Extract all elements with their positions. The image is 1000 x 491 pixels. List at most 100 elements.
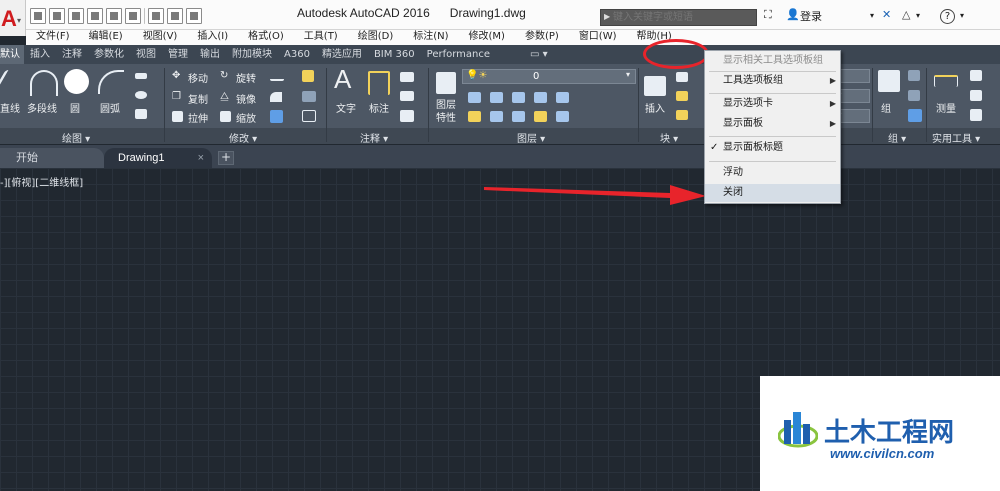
- text-icon[interactable]: A: [334, 64, 351, 95]
- edit-block-icon[interactable]: [676, 91, 688, 101]
- ellipse-icon[interactable]: [135, 91, 147, 99]
- tab-bim360[interactable]: BIM 360: [368, 45, 421, 64]
- rectangle-icon[interactable]: [135, 73, 147, 79]
- tab-manage[interactable]: 管理: [162, 45, 194, 64]
- line-button-label[interactable]: 直线: [0, 100, 20, 115]
- layer-properties-icon[interactable]: [436, 72, 456, 94]
- layer-tool-icon[interactable]: [490, 111, 503, 122]
- layer-tool-icon[interactable]: [490, 92, 503, 103]
- calculator-icon[interactable]: [970, 109, 982, 121]
- mirror-button[interactable]: 镜像: [236, 91, 256, 106]
- menu-item-show-related-palettes[interactable]: 显示相关工具选项板组: [705, 52, 840, 70]
- rotate-icon[interactable]: ↻: [220, 70, 228, 81]
- dimension-icon[interactable]: [368, 71, 390, 95]
- arc-button-label[interactable]: 圆弧: [100, 100, 120, 115]
- linear-dim-icon[interactable]: [400, 72, 414, 82]
- new-tab-button[interactable]: +: [218, 151, 234, 165]
- polyline-icon[interactable]: [30, 70, 58, 96]
- group-icon[interactable]: [878, 70, 900, 92]
- draw-panel-title[interactable]: 绘图 ▾: [62, 130, 90, 145]
- tab-a360[interactable]: A360: [278, 45, 316, 64]
- insert-button-label[interactable]: 插入: [645, 100, 665, 115]
- attribute-icon[interactable]: [676, 110, 688, 120]
- create-block-icon[interactable]: [676, 72, 688, 82]
- menu-tools[interactable]: 工具(T): [304, 30, 338, 45]
- menu-item-tool-palette-groups[interactable]: 工具选项板组 ▶: [705, 72, 840, 90]
- new-file-icon[interactable]: [30, 8, 46, 24]
- quick-select-icon[interactable]: [970, 90, 982, 101]
- redo-icon[interactable]: [167, 8, 183, 24]
- id-point-icon[interactable]: [970, 70, 982, 81]
- menu-item-show-tabs[interactable]: 显示选项卡 ▶: [705, 95, 840, 113]
- utilities-panel-title[interactable]: 实用工具 ▾: [932, 130, 980, 145]
- ungroup-icon[interactable]: [908, 70, 920, 81]
- plot-icon[interactable]: [125, 8, 141, 24]
- measure-button-label[interactable]: 测量: [936, 100, 956, 115]
- menu-dimension[interactable]: 标注(N): [413, 30, 448, 45]
- menu-modify[interactable]: 修改(M): [469, 30, 505, 45]
- menu-file[interactable]: 文件(F): [36, 30, 70, 45]
- fillet-icon[interactable]: [270, 92, 282, 102]
- move-icon[interactable]: ✥: [172, 70, 180, 81]
- layer-tool-icon[interactable]: [468, 92, 481, 103]
- search-input[interactable]: [613, 11, 753, 24]
- scale-button[interactable]: 缩放: [236, 110, 256, 125]
- mirror-icon[interactable]: ⧋: [220, 91, 229, 102]
- copy-icon[interactable]: ❐: [172, 91, 181, 102]
- text-button-label[interactable]: 文字: [336, 100, 356, 115]
- leader-icon[interactable]: [400, 91, 414, 101]
- tab-output[interactable]: 输出: [194, 45, 226, 64]
- menu-insert[interactable]: 插入(I): [197, 30, 228, 45]
- application-menu-button[interactable]: A ▾: [0, 0, 26, 36]
- a360-icon[interactable]: △: [902, 8, 910, 21]
- menu-item-close[interactable]: 关闭: [705, 184, 840, 202]
- search-box[interactable]: ▶: [600, 9, 757, 26]
- tab-annotate[interactable]: 注释: [56, 45, 88, 64]
- tab-drawing1[interactable]: Drawing1 ×: [104, 148, 212, 168]
- stretch-button[interactable]: 拉伸: [188, 110, 208, 125]
- groups-panel-title[interactable]: 组 ▾: [888, 130, 906, 145]
- scale-icon[interactable]: [220, 111, 231, 122]
- offset-icon[interactable]: [302, 110, 316, 122]
- a360-dropdown-icon[interactable]: ▾: [916, 11, 920, 20]
- close-tab-icon[interactable]: ×: [198, 148, 204, 168]
- layer-tool-icon[interactable]: [512, 92, 525, 103]
- measure-icon[interactable]: [934, 75, 958, 87]
- tab-insert[interactable]: 插入: [24, 45, 56, 64]
- sign-in-dropdown-icon[interactable]: ▾: [870, 11, 874, 20]
- save-as-icon[interactable]: [87, 8, 103, 24]
- tab-performance[interactable]: Performance: [421, 45, 496, 64]
- tab-featured-apps[interactable]: 精选应用: [316, 45, 368, 64]
- erase-icon[interactable]: [302, 70, 314, 82]
- layer-tool-icon[interactable]: [556, 111, 569, 122]
- search-expand-icon[interactable]: ▶: [604, 12, 610, 21]
- tab-addins[interactable]: 附加模块: [226, 45, 278, 64]
- menu-draw[interactable]: 绘图(D): [358, 30, 394, 45]
- exchange-apps-icon[interactable]: ✕: [882, 8, 891, 21]
- dimension-button-label[interactable]: 标注: [369, 100, 389, 115]
- group-select-icon[interactable]: [908, 109, 922, 122]
- trim-icon[interactable]: [270, 71, 284, 81]
- modify-panel-title[interactable]: 修改 ▾: [229, 130, 257, 145]
- annotation-panel-title[interactable]: 注释 ▾: [360, 130, 388, 145]
- menu-edit[interactable]: 编辑(E): [89, 30, 123, 45]
- layer-tool-icon[interactable]: [468, 111, 481, 122]
- insert-block-icon[interactable]: [644, 76, 666, 96]
- copy-button[interactable]: 复制: [188, 91, 208, 106]
- hatch-icon[interactable]: [135, 109, 147, 119]
- menu-parametric[interactable]: 参数(P): [525, 30, 559, 45]
- array-icon[interactable]: [270, 110, 283, 123]
- menu-format[interactable]: 格式(O): [248, 30, 284, 45]
- menu-item-show-panel-titles[interactable]: ✓ 显示面板标题: [705, 139, 840, 157]
- layer-dropdown[interactable]: 0: [462, 69, 636, 84]
- open-file-icon[interactable]: [49, 8, 65, 24]
- explode-icon[interactable]: [302, 91, 316, 102]
- layer-tool-icon[interactable]: [534, 92, 547, 103]
- menu-window[interactable]: 窗口(W): [579, 30, 617, 45]
- group-edit-icon[interactable]: [908, 90, 920, 101]
- layers-panel-title[interactable]: 图层 ▾: [517, 130, 545, 145]
- binoculars-icon[interactable]: ⛶: [764, 8, 772, 22]
- undo-icon[interactable]: [148, 8, 164, 24]
- viewport-controls[interactable]: -][俯视][二维线框]: [0, 174, 83, 189]
- print-icon[interactable]: [106, 8, 122, 24]
